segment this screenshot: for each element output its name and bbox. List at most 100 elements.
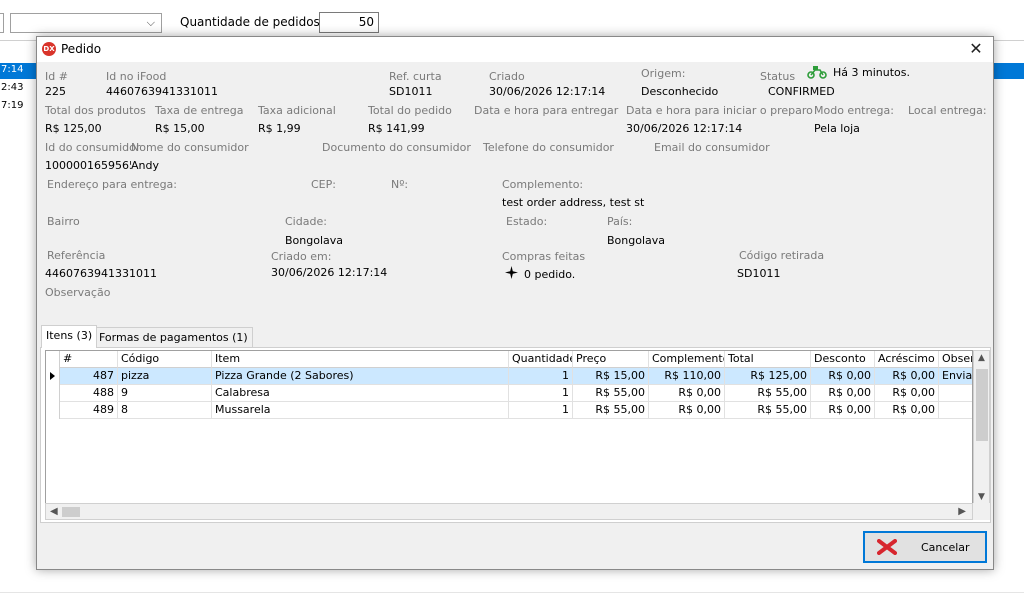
grid-cell[interactable]: 489 — [60, 402, 118, 419]
order-total-label: Total do pedido — [368, 104, 452, 117]
scroll-left-icon[interactable]: ◀ — [50, 506, 58, 517]
country-label: País: — [607, 215, 633, 228]
grid-vertical-scrollbar[interactable]: ▲ ▼ — [973, 350, 990, 505]
background-row-time[interactable]: 7:19 — [0, 100, 36, 111]
cancel-button[interactable]: Cancelar — [863, 531, 987, 563]
table-row[interactable]: 489 8 Mussarela 1 R$ 55,00 R$ 0,00 R$ 55… — [46, 402, 972, 419]
grid-cell[interactable]: R$ 55,00 — [573, 402, 649, 419]
id-label: Id # — [45, 70, 68, 83]
background-combo-left[interactable] — [0, 13, 4, 33]
grid-horizontal-scrollbar[interactable]: ◀ ▶ — [45, 503, 973, 520]
short-ref-label: Ref. curta — [389, 70, 442, 83]
grid-cell[interactable]: Pizza Grande (2 Sabores) — [212, 368, 509, 385]
consumer-name-label: Nome do consumidor — [131, 141, 249, 154]
grid-cell[interactable]: 9 — [118, 385, 212, 402]
grid-cell[interactable]: R$ 0,00 — [649, 402, 725, 419]
close-button[interactable]: ✕ — [959, 37, 993, 62]
status-time: Há 3 minutos. — [833, 66, 910, 79]
grid-cell[interactable]: 487 — [60, 368, 118, 385]
table-row[interactable]: 487 pizza Pizza Grande (2 Sabores) 1 R$ … — [46, 368, 972, 385]
grid-header-cell[interactable]: Código — [118, 351, 212, 368]
grid-cell[interactable]: 1 — [509, 402, 573, 419]
delivery-datetime-label: Data e hora para entregar — [474, 104, 619, 117]
consumer-id-value: 1000001659565 — [45, 159, 131, 172]
grid-header-cell[interactable]: Observ — [939, 351, 972, 368]
delivery-fee-value: R$ 15,00 — [155, 122, 205, 135]
horizontal-scroll-thumb[interactable] — [62, 507, 80, 517]
grid-cell[interactable]: Calabresa — [212, 385, 509, 402]
country-value: Bongolava — [607, 234, 666, 247]
scroll-down-icon[interactable]: ▼ — [978, 492, 985, 502]
complement-value: test order address, test st — [502, 196, 645, 209]
reference-value: 4460763941331011 — [45, 267, 157, 280]
scroll-right-icon[interactable]: ▶ — [958, 506, 966, 517]
pickup-code-label: Código retirada — [739, 249, 825, 262]
grid-cell[interactable]: R$ 125,00 — [725, 368, 811, 385]
grid-header-cell[interactable]: Acréscimo — [875, 351, 939, 368]
qty-orders-input[interactable]: 50 — [319, 12, 379, 33]
qty-orders-label: Quantidade de pedidos: — [180, 15, 324, 29]
grid-cell[interactable] — [939, 385, 972, 402]
sparkle-icon — [505, 266, 518, 279]
pickup-code-value: SD1011 — [737, 267, 781, 280]
grid-cell[interactable]: 8 — [118, 402, 212, 419]
grid-cell[interactable]: 1 — [509, 385, 573, 402]
background-filter-combo[interactable]: ⌵ — [10, 13, 162, 33]
created-value: 30/06/2026 12:17:14 — [489, 85, 606, 98]
scroll-up-icon[interactable]: ▲ — [978, 353, 985, 363]
ifood-id-value: 4460763941331011 — [106, 85, 218, 98]
grid-cell[interactable]: R$ 55,00 — [725, 402, 811, 419]
reference-label: Referência — [47, 249, 106, 262]
grid-cell[interactable]: R$ 0,00 — [875, 368, 939, 385]
app-logo-icon: DX — [42, 42, 56, 56]
tab-payment-methods[interactable]: Formas de pagamentos (1) — [94, 327, 253, 348]
purchases-label: Compras feitas — [502, 250, 586, 263]
items-grid: # Código Item Quantidade Preço Complemen… — [45, 350, 973, 505]
grid-cell[interactable]: Enviar — [939, 368, 972, 385]
grid-header-cell[interactable]: Preço — [573, 351, 649, 368]
purchases-value: 0 pedido. — [524, 268, 576, 281]
consumer-id-label: Id do consumidor — [45, 141, 141, 154]
tab-items[interactable]: Itens (3) — [41, 325, 98, 348]
grid-header-cell[interactable]: # — [60, 351, 118, 368]
city-value: Bongolava — [285, 234, 344, 247]
grid-cell[interactable]: R$ 0,00 — [875, 385, 939, 402]
origin-label: Origem: — [641, 67, 686, 80]
grid-cell[interactable]: R$ 0,00 — [811, 385, 875, 402]
dialog-title: Pedido — [61, 42, 102, 56]
grid-cell[interactable]: pizza — [118, 368, 212, 385]
grid-cell[interactable]: 488 — [60, 385, 118, 402]
consumer-name-value: Andy — [131, 159, 159, 172]
number-label: Nº: — [391, 178, 409, 191]
additional-fee-label: Taxa adicional — [258, 104, 336, 117]
background-row-time[interactable]: 2:43 — [0, 82, 36, 93]
background-row-time[interactable]: 7:14 — [0, 64, 36, 75]
grid-cell[interactable]: R$ 0,00 — [811, 368, 875, 385]
grid-header-cell[interactable]: Total — [725, 351, 811, 368]
scrollbar-corner — [973, 503, 990, 520]
table-row[interactable]: 488 9 Calabresa 1 R$ 55,00 R$ 0,00 R$ 55… — [46, 385, 972, 402]
created-label: Criado — [489, 70, 525, 83]
grid-cell[interactable]: R$ 0,00 — [649, 385, 725, 402]
grid-cell[interactable]: 1 — [509, 368, 573, 385]
row-indicator — [46, 402, 60, 419]
grid-cell[interactable]: R$ 55,00 — [573, 385, 649, 402]
consumer-document-label: Documento do consumidor — [322, 141, 471, 154]
motorcycle-delivery-icon — [807, 66, 827, 79]
grid-cell[interactable]: R$ 0,00 — [811, 402, 875, 419]
prep-datetime-label: Data e hora para iniciar o preparo — [626, 104, 813, 117]
grid-header-cell[interactable]: Item — [212, 351, 509, 368]
grid-cell[interactable]: R$ 0,00 — [875, 402, 939, 419]
grid-cell[interactable]: Mussarela — [212, 402, 509, 419]
grid-header-cell[interactable]: Desconto — [811, 351, 875, 368]
grid-cell[interactable] — [939, 402, 972, 419]
grid-header-cell[interactable]: Quantidade — [509, 351, 573, 368]
prep-datetime-value: 30/06/2026 12:17:14 — [626, 122, 743, 135]
grid-cell[interactable]: R$ 55,00 — [725, 385, 811, 402]
grid-cell[interactable]: R$ 110,00 — [649, 368, 725, 385]
ifood-id-label: Id no iFood — [106, 70, 167, 83]
grid-header-cell[interactable]: Complementos — [649, 351, 725, 368]
vertical-scroll-thumb[interactable] — [976, 369, 988, 441]
grid-cell[interactable]: R$ 15,00 — [573, 368, 649, 385]
dialog-titlebar[interactable]: DX Pedido ✕ — [37, 37, 993, 62]
